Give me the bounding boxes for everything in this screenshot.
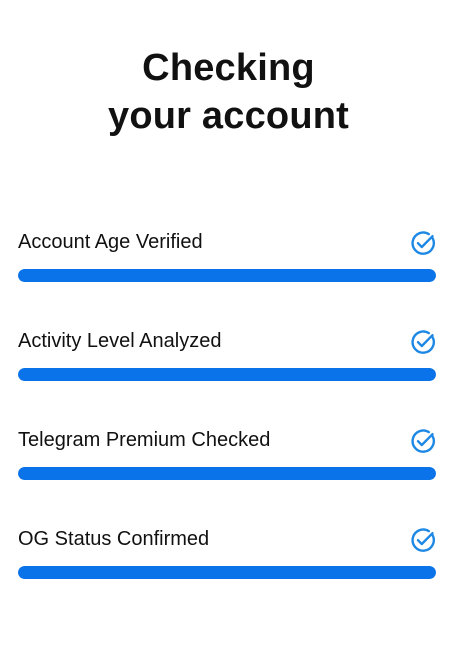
progress-bar [18, 566, 436, 579]
check-circle-icon [410, 329, 436, 355]
check-circle-icon [410, 230, 436, 256]
check-label: Activity Level Analyzed [18, 330, 222, 352]
title-line-1: Checking [142, 47, 315, 89]
check-label: OG Status Confirmed [18, 528, 210, 550]
check-item-og-status: OG Status Confirmed [18, 523, 436, 622]
check-item-telegram-premium: Telegram Premium Checked [18, 424, 436, 523]
progress-fill [18, 566, 436, 579]
check-circle-icon [410, 527, 436, 553]
check-item-account-age: Account Age Verified [18, 226, 436, 325]
progress-bar [18, 269, 436, 282]
page-title: Checking your account [0, 44, 457, 140]
progress-fill [18, 467, 436, 480]
check-label: Account Age Verified [18, 231, 203, 253]
title-line-2: your account [108, 95, 349, 137]
progress-bar [18, 368, 436, 381]
progress-bar [18, 467, 436, 480]
progress-fill [18, 269, 436, 282]
check-list: Account Age Verified Activity Level Anal… [18, 226, 436, 622]
check-label: Telegram Premium Checked [18, 429, 271, 451]
check-circle-icon [410, 428, 436, 454]
check-item-activity-level: Activity Level Analyzed [18, 325, 436, 424]
progress-fill [18, 368, 436, 381]
